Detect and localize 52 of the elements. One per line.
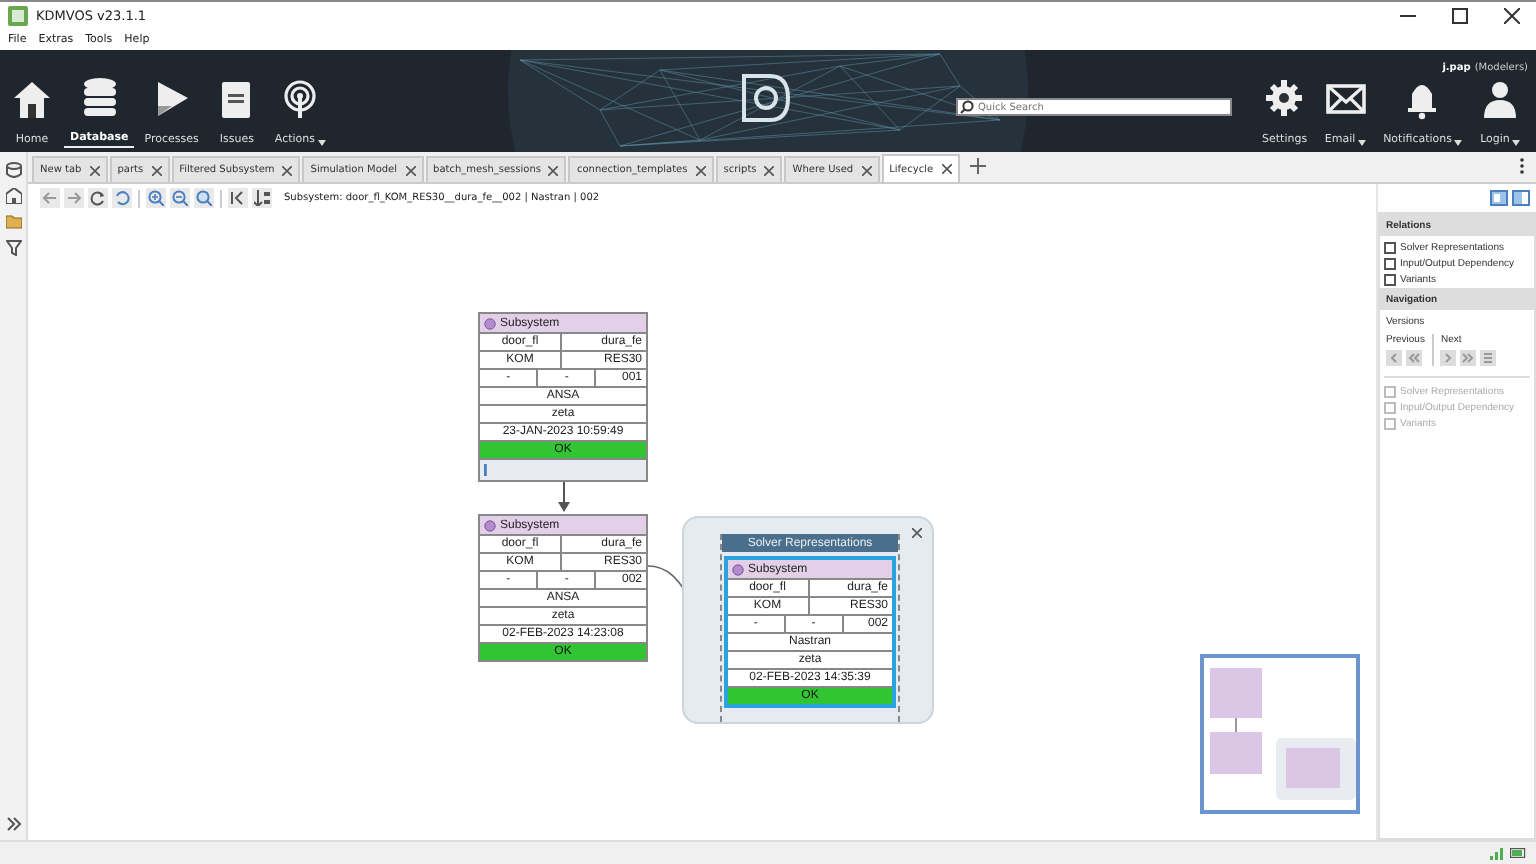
- expand-icon[interactable]: [5, 816, 21, 832]
- zoom-out-icon: [172, 190, 188, 206]
- zoom-out-button[interactable]: [170, 188, 190, 208]
- close-icon[interactable]: [89, 165, 100, 175]
- sort-icon: [254, 190, 270, 206]
- signal-icon: [1490, 847, 1504, 859]
- zoom-in-button[interactable]: [146, 188, 166, 208]
- close-icon[interactable]: [1504, 7, 1520, 23]
- building-icon[interactable]: [5, 188, 21, 204]
- circle-icon: [484, 519, 496, 531]
- circle-icon: [484, 317, 496, 329]
- gear-icon: [1262, 78, 1307, 122]
- panel-icon[interactable]: [1512, 190, 1530, 206]
- close-icon[interactable]: [548, 165, 559, 175]
- forward-arrow-icon: [66, 190, 82, 206]
- close-icon[interactable]: [912, 528, 922, 538]
- folder-icon[interactable]: [5, 214, 21, 230]
- sort-button[interactable]: [252, 188, 272, 208]
- search-icon: [960, 100, 974, 114]
- close-icon[interactable]: [405, 165, 416, 175]
- zoom-fit-button[interactable]: [194, 188, 214, 208]
- close-icon[interactable]: [861, 165, 872, 175]
- layout-icon[interactable]: [1490, 190, 1508, 206]
- refresh-button[interactable]: [88, 188, 108, 208]
- first-button[interactable]: [228, 188, 248, 208]
- battery-icon: [1510, 848, 1526, 858]
- list-icon[interactable]: [1480, 350, 1497, 366]
- zoom-in-icon: [148, 190, 164, 206]
- first-icon: [230, 190, 246, 206]
- handle-icon: [484, 464, 488, 476]
- expander-bar[interactable]: [480, 458, 646, 480]
- maximize-icon[interactable]: [1452, 7, 1468, 23]
- filter-icon[interactable]: [5, 240, 21, 256]
- close-icon[interactable]: [695, 165, 706, 175]
- next-icon[interactable]: [1440, 350, 1457, 366]
- back-arrow-icon: [42, 190, 58, 206]
- logo-icon: [738, 70, 794, 126]
- zoom-fit-icon: [196, 190, 212, 206]
- undo-button[interactable]: [112, 188, 132, 208]
- circle-icon: [732, 563, 744, 575]
- database-icon[interactable]: [5, 162, 21, 178]
- person-icon: [1478, 78, 1522, 122]
- add-tab-icon[interactable]: [969, 158, 986, 174]
- refresh-icon: [90, 190, 106, 206]
- home-icon: [10, 78, 54, 122]
- close-icon[interactable]: [282, 165, 293, 175]
- last-icon[interactable]: [1460, 350, 1477, 366]
- app-logo-icon: [8, 5, 28, 25]
- close-icon[interactable]: [764, 165, 775, 175]
- close-icon[interactable]: [941, 164, 952, 174]
- undo-icon: [114, 190, 130, 206]
- close-icon[interactable]: [151, 165, 162, 175]
